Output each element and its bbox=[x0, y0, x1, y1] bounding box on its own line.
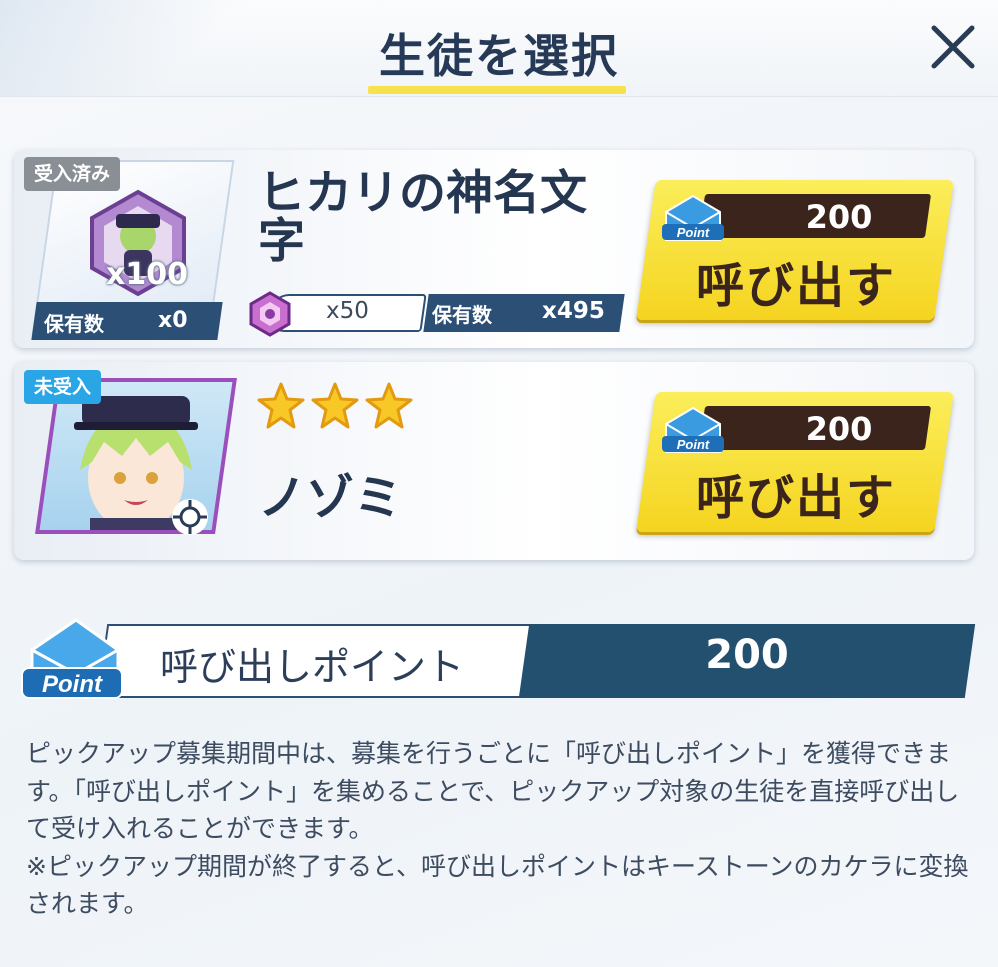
owned-label: 保有数 bbox=[44, 312, 104, 336]
rarity-stars bbox=[256, 382, 414, 434]
item-count: x100 bbox=[106, 257, 188, 292]
cost-owned-value: x495 bbox=[542, 298, 605, 324]
button-label: 呼び出す bbox=[695, 470, 896, 526]
button-cost: 200 bbox=[805, 198, 873, 236]
button-cost: 200 bbox=[805, 410, 873, 448]
button-label: 呼び出す bbox=[695, 258, 896, 314]
call-button-student[interactable]: Point 200 呼び出す bbox=[636, 392, 954, 534]
star-icon bbox=[365, 382, 413, 429]
status-badge: 受入済み bbox=[24, 157, 121, 191]
cost-owned-label: 保有数 bbox=[432, 303, 492, 327]
svg-text:Point: Point bbox=[42, 671, 103, 698]
point-icon: Point bbox=[662, 194, 724, 241]
description-text: ピックアップ募集期間中は、募集を行うごとに「呼び出しポイント」を獲得できます。「… bbox=[26, 735, 978, 923]
svg-text:Point: Point bbox=[677, 437, 710, 452]
dialog-title: 生徒を選択 bbox=[379, 29, 619, 83]
crosshair-icon[interactable] bbox=[170, 497, 210, 537]
status-badge: 未受入 bbox=[24, 370, 102, 404]
dialog-header: 生徒を選択 bbox=[0, 0, 998, 97]
item-name: ヒカリの神名文字 bbox=[258, 166, 587, 269]
point-label: 呼び出しポイント bbox=[160, 645, 465, 689]
owned-value: x0 bbox=[158, 308, 188, 333]
call-point-row: Point 呼び出しポイント 200 bbox=[14, 616, 976, 706]
point-value: 200 bbox=[705, 632, 789, 678]
description-paragraph: ピックアップ募集期間中は、募集を行うごとに「呼び出しポイント」を獲得できます。「… bbox=[26, 739, 960, 843]
star-icon bbox=[257, 382, 305, 429]
close-icon bbox=[931, 25, 975, 69]
description-note: ※ピックアップ期間が終了すると、呼び出しポイントはキーストーンのカケラに変換され… bbox=[26, 851, 969, 919]
cost-row: x50 保有数 x495 bbox=[249, 291, 625, 337]
svg-text:Point: Point bbox=[677, 225, 710, 240]
student-select-dialog: 生徒を選択 x100 保有数 x0 受入済み ヒカリの神名文字 x50 保有数 bbox=[0, 0, 998, 967]
cost-value: x50 bbox=[326, 298, 369, 324]
point-icon: Point bbox=[662, 406, 724, 453]
eleph-gem-icon bbox=[249, 291, 291, 337]
call-button-item[interactable]: Point 200 呼び出す bbox=[636, 180, 954, 322]
star-icon bbox=[311, 382, 359, 429]
title-underline bbox=[368, 86, 626, 94]
close-button[interactable] bbox=[926, 20, 980, 74]
student-name: ノゾミ bbox=[258, 470, 403, 526]
point-icon: Point bbox=[21, 618, 123, 699]
